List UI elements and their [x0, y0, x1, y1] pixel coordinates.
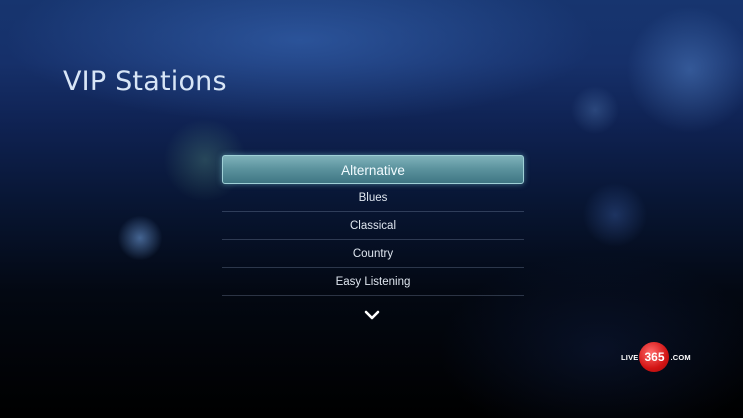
menu-item-easy-listening[interactable]: Easy Listening [222, 268, 524, 296]
genre-menu: Alternative Blues Classical Country Easy… [222, 155, 524, 296]
menu-item-blues[interactable]: Blues [222, 184, 524, 212]
menu-item-classical[interactable]: Classical [222, 212, 524, 240]
live365-logo: LIVE 365 .COM [621, 342, 691, 372]
logo-badge: 365 [639, 342, 670, 372]
vip-stations-screen: VIP Stations Alternative Blues Classical… [0, 0, 743, 418]
logo-number: 365 [644, 350, 665, 364]
logo-text-live: LIVE [621, 352, 639, 362]
chevron-down-icon[interactable] [364, 309, 380, 321]
logo-text-com: .COM [670, 352, 691, 362]
menu-item-alternative[interactable]: Alternative [222, 155, 524, 184]
page-title: VIP Stations [63, 66, 227, 97]
menu-item-country[interactable]: Country [222, 240, 524, 268]
